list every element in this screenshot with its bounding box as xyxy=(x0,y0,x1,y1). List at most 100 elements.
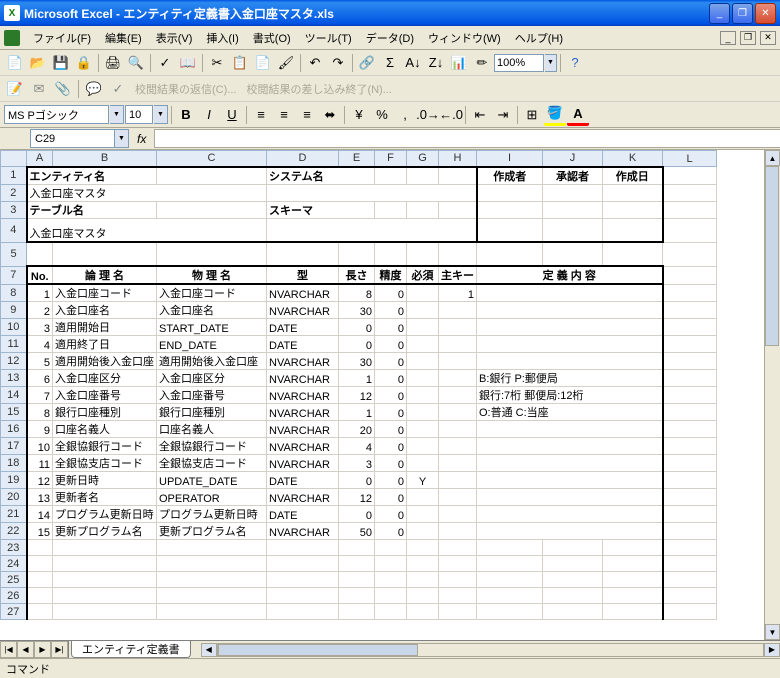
cell[interactable]: 4 xyxy=(339,438,375,455)
cell[interactable]: 5 xyxy=(27,353,53,370)
cell[interactable]: 0 xyxy=(375,489,407,506)
cell[interactable] xyxy=(267,556,339,572)
col-header[interactable]: D xyxy=(267,151,339,167)
menu-file[interactable]: ファイル(F) xyxy=(26,28,98,48)
cell[interactable] xyxy=(267,572,339,588)
cell[interactable]: 適用開始後入金口座 xyxy=(157,353,267,370)
cell[interactable] xyxy=(543,588,603,604)
close-button[interactable]: ✕ xyxy=(755,3,776,24)
cell[interactable] xyxy=(27,540,53,556)
cell[interactable] xyxy=(27,604,53,620)
cell[interactable] xyxy=(439,438,477,455)
cell[interactable]: START_DATE xyxy=(157,319,267,336)
scroll-left-button[interactable]: ◀ xyxy=(201,643,217,657)
cell[interactable] xyxy=(53,556,157,572)
review-icon-2[interactable]: ✉ xyxy=(28,78,50,100)
col-header[interactable]: A xyxy=(27,151,53,167)
mdi-restore-button[interactable]: ❐ xyxy=(740,31,756,45)
cell[interactable]: O:普通 C:当座 xyxy=(477,404,663,421)
cell[interactable] xyxy=(663,588,717,604)
row-header[interactable]: 19 xyxy=(1,472,27,489)
cell[interactable]: 適用開始後入金口座 xyxy=(53,353,157,370)
cell[interactable] xyxy=(439,540,477,556)
col-header[interactable]: K xyxy=(603,151,663,167)
row-header[interactable]: 24 xyxy=(1,556,27,572)
cell[interactable]: 12 xyxy=(339,387,375,404)
cell[interactable] xyxy=(543,184,603,201)
cell[interactable] xyxy=(663,489,717,506)
cell[interactable]: DATE xyxy=(267,336,339,353)
cell[interactable] xyxy=(27,588,53,604)
cell[interactable] xyxy=(439,421,477,438)
scroll-right-button[interactable]: ▶ xyxy=(764,643,780,657)
cell[interactable] xyxy=(439,455,477,472)
increase-indent-icon[interactable]: ⇥ xyxy=(492,104,514,126)
cell[interactable] xyxy=(477,242,543,266)
cell[interactable] xyxy=(663,336,717,353)
cell[interactable] xyxy=(375,201,407,218)
cell[interactable]: No. xyxy=(27,266,53,284)
table-row[interactable]: 2013更新者名OPERATORNVARCHAR120 xyxy=(1,489,717,506)
new-icon[interactable]: 📄 xyxy=(4,52,26,74)
cell[interactable] xyxy=(439,242,477,266)
cell[interactable] xyxy=(477,472,663,489)
cell[interactable] xyxy=(603,184,663,201)
cell[interactable] xyxy=(663,438,717,455)
table-row[interactable]: 1912更新日時UPDATE_DATEDATE00Y xyxy=(1,472,717,489)
cell[interactable]: 12 xyxy=(27,472,53,489)
hyperlink-icon[interactable]: 🔗 xyxy=(356,52,378,74)
row-header[interactable]: 23 xyxy=(1,540,27,556)
cell[interactable]: 1 xyxy=(339,370,375,387)
format-painter-icon[interactable]: 🖌 xyxy=(275,52,297,74)
chart-icon[interactable]: 📊 xyxy=(448,52,470,74)
cell[interactable]: 0 xyxy=(375,421,407,438)
bold-icon[interactable]: B xyxy=(175,104,197,126)
cell[interactable]: 銀行口座種別 xyxy=(157,404,267,421)
cell[interactable] xyxy=(477,218,543,242)
cell[interactable]: 14 xyxy=(27,506,53,523)
cell[interactable]: 入金口座コード xyxy=(157,284,267,302)
cell[interactable]: 0 xyxy=(375,336,407,353)
row-header[interactable]: 8 xyxy=(1,284,27,302)
table-row[interactable]: 2215更新プログラム名更新プログラム名NVARCHAR500 xyxy=(1,523,717,540)
cell[interactable]: 8 xyxy=(27,404,53,421)
cell[interactable] xyxy=(157,572,267,588)
cell[interactable] xyxy=(439,167,477,185)
menu-help[interactable]: ヘルプ(H) xyxy=(508,28,570,48)
table-row[interactable]: 158銀行口座種別銀行口座種別NVARCHAR10O:普通 C:当座 xyxy=(1,404,717,421)
cell[interactable]: 7 xyxy=(27,387,53,404)
cell[interactable]: 必須 xyxy=(407,266,439,284)
cell[interactable]: 入金口座番号 xyxy=(157,387,267,404)
cell[interactable]: 全銀協支店コード xyxy=(157,455,267,472)
cell[interactable] xyxy=(663,201,717,218)
cell[interactable] xyxy=(267,588,339,604)
borders-icon[interactable]: ⊞ xyxy=(521,104,543,126)
cell[interactable]: DATE xyxy=(267,319,339,336)
zoom-dropdown[interactable]: ▼ xyxy=(545,54,557,72)
table-row[interactable]: 1710全銀協銀行コード全銀協銀行コードNVARCHAR40 xyxy=(1,438,717,455)
cell[interactable]: プログラム更新日時 xyxy=(53,506,157,523)
cell[interactable]: NVARCHAR xyxy=(267,370,339,387)
cell[interactable] xyxy=(439,588,477,604)
cell[interactable] xyxy=(157,201,267,218)
review-icon-1[interactable]: 📝 xyxy=(4,78,26,100)
cell[interactable] xyxy=(603,572,663,588)
cell[interactable]: 主キー xyxy=(439,266,477,284)
row-header[interactable]: 15 xyxy=(1,404,27,421)
table-row[interactable]: 136入金口座区分入金口座区分NVARCHAR10B:銀行 P:郵便局 xyxy=(1,370,717,387)
spelling-icon[interactable]: ✓ xyxy=(154,52,176,74)
cut-icon[interactable]: ✂ xyxy=(206,52,228,74)
cell[interactable]: 全銀協銀行コード xyxy=(157,438,267,455)
cell[interactable] xyxy=(439,489,477,506)
cell[interactable]: 8 xyxy=(339,284,375,302)
cell[interactable]: 0 xyxy=(375,455,407,472)
cell[interactable] xyxy=(407,604,439,620)
cell[interactable]: 0 xyxy=(375,302,407,319)
mdi-close-button[interactable]: ✕ xyxy=(760,31,776,45)
row-header[interactable]: 1 xyxy=(1,167,27,185)
table-row[interactable]: 169口座名義人口座名義人NVARCHAR200 xyxy=(1,421,717,438)
mdi-minimize-button[interactable]: _ xyxy=(720,31,736,45)
cell[interactable]: 1 xyxy=(339,404,375,421)
cell[interactable]: 入金口座区分 xyxy=(53,370,157,387)
review-icon-3[interactable]: 📎 xyxy=(52,78,74,100)
